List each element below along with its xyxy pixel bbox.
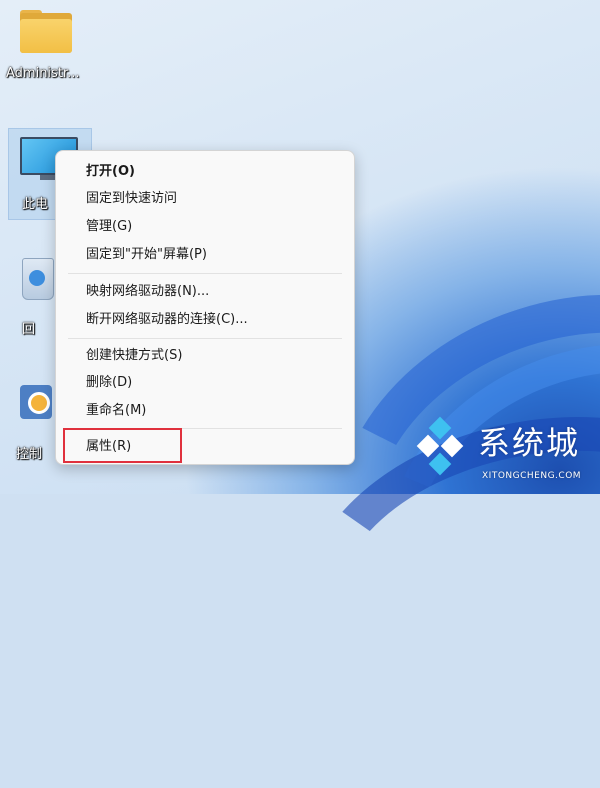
- desktop-icon-label: Administr...: [6, 66, 80, 81]
- menu-item-rename[interactable]: 重命名(M): [86, 400, 146, 422]
- menu-item-delete[interactable]: 删除(D): [86, 372, 132, 394]
- menu-item-pin-quick-access[interactable]: 固定到快速访问: [86, 188, 177, 210]
- watermark-url: XITONGCHENG.COM: [482, 471, 582, 481]
- desktop-icon-label: 此电: [22, 197, 49, 212]
- menu-separator: [68, 338, 342, 339]
- context-menu: 打开(O) 固定到快速访问 管理(G) 固定到"开始"屏幕(P) 映射网络驱动器…: [55, 150, 355, 465]
- menu-item-create-shortcut[interactable]: 创建快捷方式(S): [86, 345, 182, 367]
- properties-highlight-box: [63, 428, 182, 463]
- menu-item-manage[interactable]: 管理(G): [86, 216, 132, 238]
- desktop-icon-label: 回: [22, 322, 36, 337]
- menu-separator: [68, 273, 342, 274]
- menu-item-open[interactable]: 打开(O): [86, 161, 135, 183]
- menu-item-map-network-drive[interactable]: 映射网络驱动器(N)...: [86, 281, 209, 303]
- menu-item-disconnect-network-drive[interactable]: 断开网络驱动器的连接(C)...: [86, 309, 248, 331]
- menu-item-pin-start[interactable]: 固定到"开始"屏幕(P): [86, 244, 207, 266]
- desktop-icon-label: 控制: [16, 447, 43, 462]
- watermark-text: 系统城: [478, 424, 581, 462]
